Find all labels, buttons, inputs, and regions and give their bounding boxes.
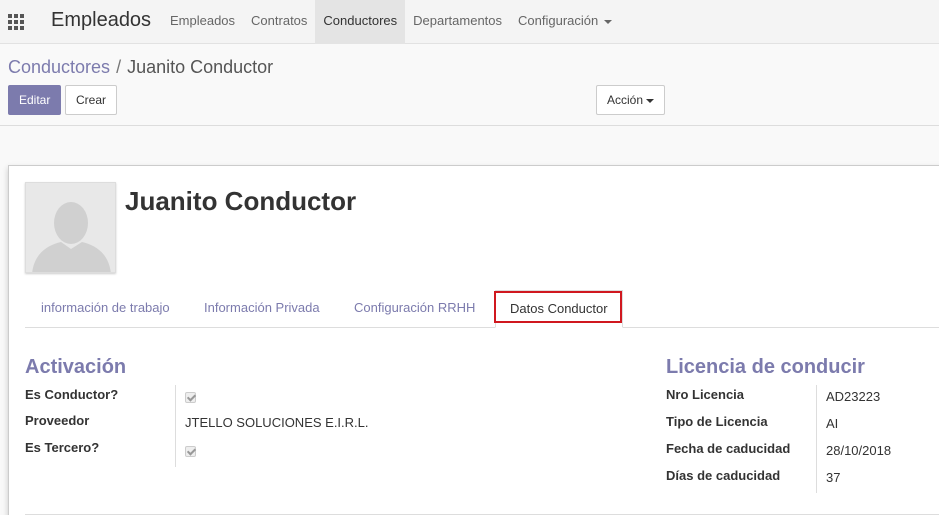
tab-highlight-box xyxy=(494,291,622,323)
control-panel: Conductores / Juanito Conductor Editar Cre… xyxy=(0,45,939,126)
apps-menu-icon[interactable] xyxy=(8,14,24,30)
menu-item-contratos[interactable]: Contratos xyxy=(243,0,315,44)
person-placeholder-icon xyxy=(26,183,115,272)
caret-down-icon xyxy=(646,98,655,103)
field-divider xyxy=(175,385,176,467)
action-dropdown-button[interactable]: Acción xyxy=(596,85,665,115)
caret-down-icon xyxy=(604,19,613,24)
app-title: Empleados xyxy=(51,9,152,31)
tipo-licencia-value: AI xyxy=(826,416,839,431)
tab-informacion-privada[interactable]: Información Privada xyxy=(204,290,320,328)
top-navbar: Empleados Empleados Contratos Conductore… xyxy=(0,0,939,44)
menu-item-configuracion[interactable]: Configuración xyxy=(510,0,620,44)
field-label-dias-caducidad: Días de caducidad xyxy=(666,468,781,483)
breadcrumb-link-conductores[interactable]: Conductores xyxy=(8,57,110,77)
create-button[interactable]: Crear xyxy=(65,85,118,115)
record-title: Juanito Conductor xyxy=(125,186,357,216)
field-label-fecha-caducidad: Fecha de caducidad xyxy=(666,441,791,456)
field-label-tipo-licencia: Tipo de Licencia xyxy=(666,414,768,429)
menu-item-conductores[interactable]: Conductores xyxy=(315,0,406,44)
notebook-tabs: información de trabajo Información Priva… xyxy=(25,290,939,328)
main-menu: Empleados Contratos Conductores Departam… xyxy=(162,0,620,44)
employee-avatar[interactable] xyxy=(25,182,116,273)
dias-caducidad-value: 37 xyxy=(826,470,841,485)
action-label: Acción xyxy=(606,93,644,107)
breadcrumb: Conductores / Juanito Conductor xyxy=(8,57,273,78)
field-label-es-conductor: Es Conductor? xyxy=(25,387,119,402)
breadcrumb-current: Juanito Conductor xyxy=(127,57,274,77)
proveedor-value[interactable]: JTELLO SOLUCIONES E.I.R.L. xyxy=(185,415,369,430)
es-conductor-checkbox[interactable] xyxy=(185,392,196,403)
menu-item-empleados[interactable]: Empleados xyxy=(162,0,243,44)
fecha-caducidad-value: 28/10/2018 xyxy=(826,443,892,458)
breadcrumb-separator: / xyxy=(116,57,122,77)
field-divider xyxy=(816,385,817,493)
field-label-proveedor: Proveedor xyxy=(25,413,90,428)
menu-item-departamentos[interactable]: Departamentos xyxy=(405,0,510,44)
tab-informacion-trabajo[interactable]: información de trabajo xyxy=(41,290,170,328)
group-title-licencia: Licencia de conducir xyxy=(666,356,865,378)
es-tercero-checkbox[interactable] xyxy=(185,446,196,457)
nro-licencia-value: AD23223 xyxy=(826,389,881,404)
field-label-es-tercero: Es Tercero? xyxy=(25,440,100,455)
tab-configuracion-rrhh[interactable]: Configuración RRHH xyxy=(354,290,475,328)
form-sheet: Juanito Conductor información de trabajo… xyxy=(8,165,939,515)
group-title-activacion: Activación xyxy=(25,356,127,378)
edit-button[interactable]: Editar xyxy=(8,85,62,115)
menu-item-configuracion-label: Configuración xyxy=(518,13,599,28)
field-label-nro-licencia: Nro Licencia xyxy=(666,387,745,402)
